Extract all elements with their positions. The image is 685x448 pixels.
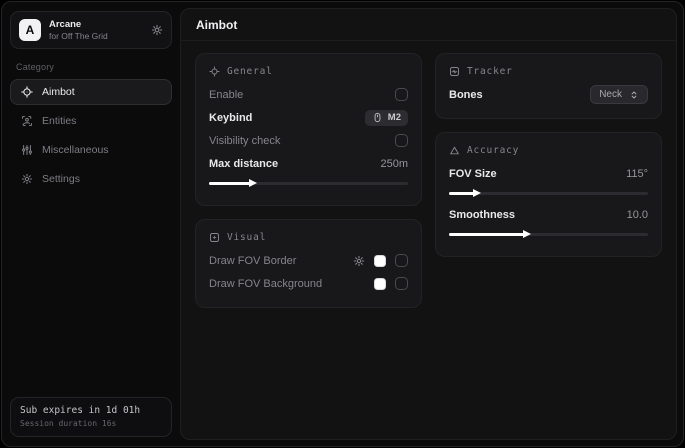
card-title: Accuracy [467, 145, 519, 156]
smoothness-label: Smoothness [449, 209, 515, 221]
crosshair-icon [21, 86, 33, 98]
tracker-card: Tracker Bones Neck [435, 53, 662, 119]
main-header: Aimbot [181, 9, 676, 41]
main-panel: Aimbot General [180, 8, 677, 440]
slider-fill [209, 182, 251, 185]
gear-icon[interactable] [151, 24, 163, 36]
card-title: Tracker [467, 66, 513, 77]
app-logo: A [19, 19, 41, 41]
visibility-check-row: Visibility check [209, 129, 408, 152]
sidebar-item-entities[interactable]: Entities [10, 108, 172, 134]
visibility-check-checkbox[interactable] [395, 134, 408, 147]
slider-handle[interactable] [523, 230, 531, 238]
sidebar-item-label: Miscellaneous [42, 144, 109, 156]
fov-size-row: FOV Size 115° [449, 162, 648, 185]
bones-value: Neck [599, 89, 622, 100]
enable-row: Enable [209, 83, 408, 106]
app-subtitle: for Off The Grid [49, 31, 108, 42]
keybind-label: Keybind [209, 112, 252, 124]
draw-fov-border-label: Draw FOV Border [209, 255, 296, 267]
smoothness-value: 10.0 [627, 209, 648, 221]
draw-fov-background-label: Draw FOV Background [209, 278, 322, 290]
visibility-check-label: Visibility check [209, 135, 280, 147]
enable-label: Enable [209, 89, 243, 101]
chevrons-up-down-icon [629, 90, 639, 100]
max-distance-row: Max distance 250m [209, 152, 408, 175]
fov-size-slider[interactable] [449, 188, 648, 199]
draw-fov-border-checkbox[interactable] [395, 254, 408, 267]
gear-icon[interactable] [353, 255, 365, 267]
page-title: Aimbot [196, 18, 237, 32]
bones-select[interactable]: Neck [590, 85, 648, 104]
bones-label: Bones [449, 89, 483, 101]
triangle-icon [449, 145, 460, 156]
slider-handle[interactable] [473, 189, 481, 197]
app-logo-card: A Arcane for Off The Grid [10, 11, 172, 49]
fov-background-color-swatch[interactable] [374, 278, 386, 290]
visual-card: Visual Draw FOV Border [195, 219, 422, 308]
bones-row: Bones Neck [449, 83, 648, 106]
sliders-icon [21, 144, 33, 156]
enable-checkbox[interactable] [395, 88, 408, 101]
sidebar-item-label: Entities [42, 115, 76, 127]
app-name: Arcane [49, 19, 108, 31]
slider-fill [449, 192, 475, 195]
person-scan-icon [21, 115, 33, 127]
keybind-row: Keybind M2 [209, 106, 408, 129]
fov-size-value: 115° [626, 168, 648, 180]
gear-icon [21, 173, 33, 185]
keybind-button[interactable]: M2 [365, 110, 408, 126]
draw-fov-background-checkbox[interactable] [395, 277, 408, 290]
mouse-icon [372, 112, 383, 123]
draw-fov-background-row: Draw FOV Background [209, 272, 408, 295]
fov-size-label: FOV Size [449, 168, 497, 180]
sidebar-item-miscellaneous[interactable]: Miscellaneous [10, 137, 172, 163]
sidebar-item-settings[interactable]: Settings [10, 166, 172, 192]
max-distance-label: Max distance [209, 158, 278, 170]
smoothness-slider[interactable] [449, 229, 648, 240]
accuracy-card: Accuracy FOV Size 115° Smoothness [435, 132, 662, 257]
subscription-info-card: Sub expires in 1d 01h Session duration 1… [10, 397, 172, 437]
fov-border-color-swatch[interactable] [374, 255, 386, 267]
sidebar-item-label: Settings [42, 173, 80, 185]
smoothness-row: Smoothness 10.0 [449, 203, 648, 226]
app-window: A Arcane for Off The Grid Category Aimbo… [1, 1, 684, 447]
activity-square-icon [449, 66, 460, 77]
general-card: General Enable Keybind [195, 53, 422, 206]
sidebar-item-label: Aimbot [42, 86, 75, 98]
sub-expiry-text: Sub expires in 1d 01h [20, 404, 162, 418]
sidebar: A Arcane for Off The Grid Category Aimbo… [2, 2, 180, 446]
card-title: Visual [227, 232, 266, 243]
card-title: General [227, 66, 273, 77]
slider-fill [449, 233, 525, 236]
target-icon [209, 66, 220, 77]
slider-handle[interactable] [249, 179, 257, 187]
category-label: Category [16, 62, 166, 72]
max-distance-value: 250m [380, 158, 408, 170]
sidebar-item-aimbot[interactable]: Aimbot [10, 79, 172, 105]
max-distance-slider[interactable] [209, 178, 408, 189]
draw-fov-border-row: Draw FOV Border [209, 249, 408, 272]
keybind-value: M2 [388, 112, 401, 123]
session-duration-text: Session duration 16s [20, 418, 162, 430]
sparkle-square-icon [209, 232, 220, 243]
